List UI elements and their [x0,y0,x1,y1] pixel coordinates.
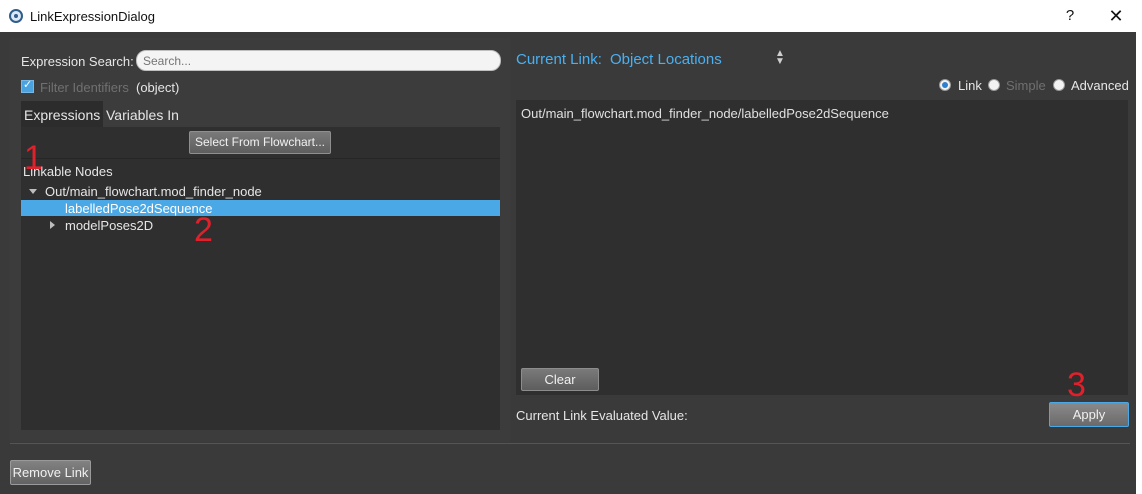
simple-mode-radio[interactable] [988,79,1000,91]
title-bar: LinkExpressionDialog ? ✕ [0,0,1142,32]
current-link-select[interactable]: Object Locations [610,51,722,68]
expand-right-icon[interactable] [50,221,55,229]
window-title: LinkExpressionDialog [30,9,156,24]
expand-down-icon[interactable] [29,189,37,194]
apply-button[interactable]: Apply [1049,402,1129,427]
annotation-1: 1 [24,139,43,177]
tab-expressions[interactable]: Expressions [21,101,103,127]
link-mode-radio[interactable] [939,79,951,91]
filter-object-label: (object) [136,80,180,95]
close-button[interactable]: ✕ [1096,0,1136,32]
help-button[interactable]: ? [1052,0,1088,32]
expression-search-label: Expression Search: [21,54,134,69]
annotation-2: 2 [194,211,213,249]
filter-identifiers-checkbox[interactable] [21,78,34,93]
simple-mode-label: Simple [1006,78,1046,93]
window-edge [1136,32,1142,494]
tree-item-model-poses[interactable]: modelPoses2D [65,218,153,233]
annotation-3: 3 [1067,366,1086,404]
panel-divider [21,158,500,159]
expression-text[interactable]: Out/main_flowchart.mod_finder_node/label… [521,106,889,121]
bottom-separator [10,443,1130,444]
advanced-mode-radio[interactable] [1053,79,1065,91]
app-icon [9,9,23,23]
current-link-label: Current Link: [516,51,602,68]
select-arrows-icon[interactable]: ▲ ▼ [775,49,785,67]
expression-editor[interactable] [516,100,1128,395]
link-mode-label: Link [958,78,982,93]
clear-button[interactable]: Clear [521,368,599,391]
tree-item-labelled-pose[interactable]: labelledPose2dSequence [65,201,212,216]
select-from-flowchart-button[interactable]: Select From Flowchart... [189,131,331,154]
remove-link-button[interactable]: Remove Link [10,460,91,485]
expression-search-input[interactable] [136,50,501,71]
advanced-mode-label: Advanced [1071,78,1129,93]
filter-identifiers-label: Filter Identifiers [40,80,129,95]
tab-variables-in[interactable]: Variables In [104,101,190,127]
evaluated-value-label: Current Link Evaluated Value: [516,408,688,423]
tree-root-node[interactable]: Out/main_flowchart.mod_finder_node [45,184,262,199]
